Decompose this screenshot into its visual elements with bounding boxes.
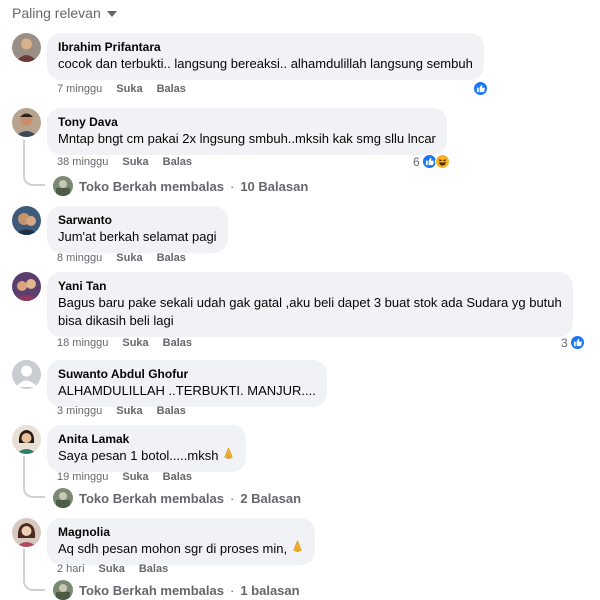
avatar[interactable] xyxy=(12,272,41,301)
comment-bubble: Sarwanto Jum'at berkah selamat pagi xyxy=(47,206,228,253)
reply-button[interactable]: Balas xyxy=(157,83,186,95)
reply-button[interactable]: Balas xyxy=(139,563,168,575)
like-button[interactable]: Suka xyxy=(116,252,142,264)
haha-icon xyxy=(434,154,450,169)
comment-text: Aq sdh pesan mohon sgr di proses min, xyxy=(58,541,288,556)
reply-thread-line xyxy=(23,549,45,591)
comment-bubble: Anita Lamak Saya pesan 1 botol.....mksh xyxy=(47,425,247,472)
reply-count: 10 Balasan xyxy=(240,178,309,194)
comment-bubble: Magnolia Aq sdh pesan mohon sgr di prose… xyxy=(47,518,315,565)
like-button[interactable]: Suka xyxy=(122,471,148,483)
comment-text: bisa dikasih beli lagi xyxy=(58,313,174,328)
avatar[interactable] xyxy=(12,518,41,547)
comment-bubble: Ibrahim Prifantara cocok dan terbukti.. … xyxy=(47,33,484,80)
reaction-summary[interactable]: 3 xyxy=(561,335,585,350)
like-button[interactable]: Suka xyxy=(116,405,142,417)
separator-dot: · xyxy=(229,178,235,194)
comment-meta: 19 minggu Suka Balas xyxy=(57,471,192,483)
like-icon xyxy=(473,81,488,96)
comment-time[interactable]: 38 minggu xyxy=(57,156,108,168)
reply-count: 2 Balasan xyxy=(240,490,302,506)
view-replies-link[interactable]: Toko Berkah membalas · 10 Balasan xyxy=(53,176,308,196)
comment-text: Bagus baru pake sekali udah gak gatal ,a… xyxy=(58,295,562,310)
store-avatar xyxy=(53,488,73,508)
reply-count: 1 balasan xyxy=(240,582,300,598)
comment-text-row: Saya pesan 1 botol.....mksh xyxy=(58,447,235,465)
store-avatar xyxy=(53,176,73,196)
comment-time[interactable]: 7 minggu xyxy=(57,83,102,95)
comment-meta: 3 minggu Suka Balas xyxy=(57,405,186,417)
comment-text: Jum'at berkah selamat pagi xyxy=(58,229,217,244)
avatar[interactable] xyxy=(12,425,41,454)
comment-time[interactable]: 3 minggu xyxy=(57,405,102,417)
reply-author: Toko Berkah membalas xyxy=(79,178,224,194)
like-button[interactable]: Suka xyxy=(122,337,148,349)
reply-button[interactable]: Balas xyxy=(157,405,186,417)
comment-text-row: Aq sdh pesan mohon sgr di proses min, xyxy=(58,540,304,558)
sort-label: Paling relevan xyxy=(12,5,101,21)
comment-author[interactable]: Tony Dava xyxy=(58,114,436,130)
avatar[interactable] xyxy=(12,108,41,137)
like-button[interactable]: Suka xyxy=(99,563,125,575)
folded-hands-icon xyxy=(291,540,304,556)
comment-author[interactable]: Suwanto Abdul Ghofur xyxy=(58,366,316,382)
comment-time[interactable]: 2 hari xyxy=(57,563,85,575)
reply-button[interactable]: Balas xyxy=(157,252,186,264)
comment-meta: 7 minggu Suka Balas xyxy=(57,83,186,95)
like-button[interactable]: Suka xyxy=(122,156,148,168)
folded-hands-icon xyxy=(222,447,235,463)
reply-button[interactable]: Balas xyxy=(163,156,192,168)
like-icon xyxy=(569,335,585,350)
reply-author: Toko Berkah membalas xyxy=(79,582,224,598)
reaction-summary[interactable]: 6 xyxy=(413,154,450,169)
comment-meta: 18 minggu Suka Balas xyxy=(57,337,192,349)
avatar[interactable] xyxy=(12,360,41,389)
comment-author[interactable]: Anita Lamak xyxy=(58,431,235,447)
comment-time[interactable]: 18 minggu xyxy=(57,337,108,349)
avatar[interactable] xyxy=(12,33,41,62)
reply-author: Toko Berkah membalas xyxy=(79,490,224,506)
comment-meta: 2 hari Suka Balas xyxy=(57,563,168,575)
comment-text: Saya pesan 1 botol.....mksh xyxy=(58,448,219,463)
comment-time[interactable]: 8 minggu xyxy=(57,252,102,264)
reply-button[interactable]: Balas xyxy=(163,471,192,483)
reply-thread-line xyxy=(23,456,45,498)
separator-dot: · xyxy=(229,582,235,598)
comment-text: cocok dan terbukti.. langsung bereaksi..… xyxy=(58,56,473,71)
comment-author[interactable]: Magnolia xyxy=(58,524,304,540)
like-button[interactable]: Suka xyxy=(116,83,142,95)
view-replies-link[interactable]: Toko Berkah membalas · 2 Balasan xyxy=(53,488,301,508)
separator-dot: · xyxy=(229,490,235,506)
avatar[interactable] xyxy=(12,206,41,235)
comment-author[interactable]: Yani Tan xyxy=(58,278,562,294)
view-replies-link[interactable]: Toko Berkah membalas · 1 balasan xyxy=(53,580,300,600)
reaction-count: 3 xyxy=(561,335,568,350)
comment-meta: 8 minggu Suka Balas xyxy=(57,252,186,264)
comment-text: ALHAMDULILLAH ..TERBUKTI. MANJUR.... xyxy=(58,383,316,398)
comment-bubble: Tony Dava Mntap bngt cm pakai 2x lngsung… xyxy=(47,108,447,155)
sort-dropdown[interactable]: Paling relevan xyxy=(12,5,117,21)
store-avatar xyxy=(53,580,73,600)
reply-thread-line xyxy=(23,140,45,186)
comment-bubble: Suwanto Abdul Ghofur ALHAMDULILLAH ..TER… xyxy=(47,360,327,407)
comment-author[interactable]: Sarwanto xyxy=(58,212,217,228)
comment-text: Mntap bngt cm pakai 2x lngsung smbuh..mk… xyxy=(58,131,436,146)
caret-down-icon xyxy=(106,11,117,17)
comment-bubble: Yani Tan Bagus baru pake sekali udah gak… xyxy=(47,272,573,337)
comment-author[interactable]: Ibrahim Prifantara xyxy=(58,39,473,55)
comment-meta: 38 minggu Suka Balas xyxy=(57,156,192,168)
reaction-count: 6 xyxy=(413,154,420,169)
comment-time[interactable]: 19 minggu xyxy=(57,471,108,483)
reply-button[interactable]: Balas xyxy=(163,337,192,349)
reaction-summary[interactable] xyxy=(473,81,488,96)
